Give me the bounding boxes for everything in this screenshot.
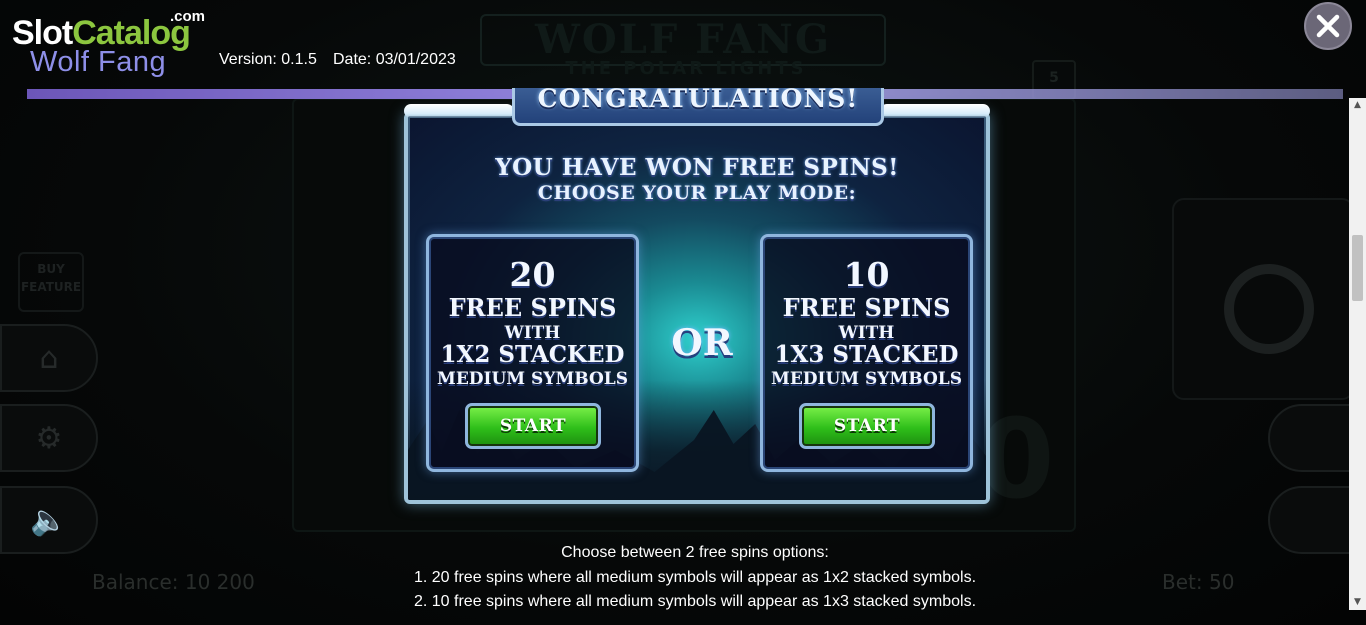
game-name: Wolf Fang	[30, 46, 167, 78]
dialog-headline: YOU HAVE WON FREE SPINS!	[495, 154, 899, 181]
scroll-up-icon[interactable]: ▲	[1349, 98, 1366, 113]
bg-buy-feature: BUY FEATURE	[18, 252, 84, 312]
gear-icon: ⚙	[35, 420, 63, 456]
option-card-20-spins: 20 FREE SPINS WITH 1X2 STACKED MEDIUM SY…	[426, 234, 639, 472]
home-icon: ⌂	[39, 340, 59, 376]
option-line-free-spins: FREE SPINS	[782, 293, 951, 322]
frost-left	[404, 104, 514, 118]
option-line-symbols: MEDIUM SYMBOLS	[437, 369, 628, 389]
description-item: 2. 10 free spins where all medium symbol…	[413, 593, 977, 610]
scroll-down-icon[interactable]: ▼	[1349, 595, 1366, 610]
bg-settings-button: ⚙	[0, 404, 98, 472]
scroll-thumb[interactable]	[1352, 235, 1363, 301]
frost-right	[880, 104, 990, 118]
start-button-20-spins[interactable]: START	[465, 403, 601, 449]
bg-home-button: ⌂	[0, 324, 98, 392]
option-line-free-spins: FREE SPINS	[448, 293, 617, 322]
option-line-with: WITH	[838, 323, 895, 343]
close-button[interactable]	[1304, 2, 1352, 50]
option-line-with: WITH	[504, 323, 561, 343]
congratulations-banner: CONGRATULATIONS!	[512, 88, 884, 126]
version-label: Version: 0.1.5	[219, 51, 317, 68]
slotcatalog-logo: SlotCatalog .com Wolf Fang	[12, 8, 212, 78]
or-label: OR	[671, 322, 733, 364]
bg-balance: Balance: 10 200	[92, 570, 255, 594]
bg-bet: Bet: 50	[1162, 570, 1235, 594]
scrollbar[interactable]: ▲ ▼	[1349, 98, 1366, 610]
option-line-symbols: MEDIUM SYMBOLS	[771, 369, 962, 389]
free-spins-dialog: YOU HAVE WON FREE SPINS! CHOOSE YOUR PLA…	[404, 112, 990, 504]
description-intro: Choose between 2 free spins options:	[561, 544, 829, 561]
close-icon	[1316, 14, 1340, 38]
logo-com-text: .com	[170, 8, 206, 25]
bg-sound-button: 🔈	[0, 486, 98, 554]
start-button-10-spins[interactable]: START	[799, 403, 935, 449]
option-spin-count: 20	[509, 255, 556, 294]
option-spin-count: 10	[843, 255, 890, 294]
banner-text: CONGRATULATIONS!	[537, 88, 859, 113]
option-line-stack: 1X3 STACKED	[774, 341, 959, 368]
option-line-stack: 1X2 STACKED	[440, 341, 625, 368]
dialog-subheadline: CHOOSE YOUR PLAY MODE:	[537, 182, 857, 204]
option-card-10-spins: 10 FREE SPINS WITH 1X3 STACKED MEDIUM SY…	[760, 234, 973, 472]
date-label: Date: 03/01/2023	[333, 51, 456, 68]
speaker-icon: 🔈	[30, 502, 68, 538]
bg-spin-button	[1172, 198, 1354, 400]
description-item: 1. 20 free spins where all medium symbol…	[413, 569, 977, 586]
bg-game-subtitle: THE POLAR LIGHTS	[565, 58, 807, 79]
